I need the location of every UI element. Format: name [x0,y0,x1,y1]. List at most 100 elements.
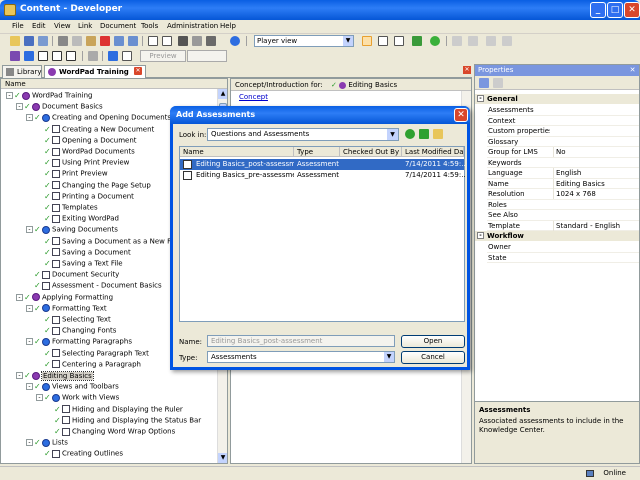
collapse-icon[interactable]: - [16,372,23,379]
collapse-icon[interactable]: - [26,439,33,447]
dialog-close-button[interactable]: ✕ [454,108,468,122]
tree-item-centering-a-paragraph[interactable]: ✓ Centering a Paragraph [36,359,141,370]
menu-help[interactable]: Help [220,22,236,30]
checkin-icon[interactable] [452,36,462,46]
menu-file[interactable]: File [12,22,24,30]
layout-3-icon[interactable] [394,36,404,46]
property-context[interactable]: Context [487,116,639,126]
expand-icon[interactable] [148,36,158,46]
menu-document[interactable]: Document [100,22,136,30]
property-value[interactable]: No [553,147,639,157]
property-assessments[interactable]: Assessments [487,105,639,116]
menu-view[interactable]: View [54,22,71,30]
file-row[interactable]: Editing Basics_pre-assessment Assessment 7… [180,170,465,181]
collapse-icon[interactable]: - [26,114,33,122]
back-icon[interactable] [405,129,415,139]
spell-icon[interactable] [206,36,216,46]
lookin-select[interactable]: Questions and Assessments ▼ [207,128,399,141]
undo-icon[interactable] [114,36,124,46]
collapse-icon[interactable]: - [26,304,33,312]
tab-wordpad-training[interactable]: WordPad Training [44,65,146,78]
menu-administration[interactable]: Administration [167,22,218,30]
redo-icon[interactable] [128,36,138,46]
close-button[interactable]: ✕ [624,2,640,18]
copy-icon[interactable] [72,36,82,46]
move-up-icon[interactable] [108,51,118,61]
open-icon[interactable] [10,36,20,46]
menu-tools[interactable]: Tools [141,22,158,30]
menu-edit[interactable]: Edit [32,22,46,30]
collapse-icon[interactable]: - [26,338,33,346]
help-icon[interactable] [230,36,240,46]
tree-item-changing-word-wrap-options[interactable]: ✓ Changing Word Wrap Options [46,426,175,437]
collapse-icon[interactable]: - [16,293,23,301]
scroll-down-icon[interactable]: ▼ [218,453,227,463]
save-icon[interactable] [24,36,34,46]
category-general[interactable]: - General [475,94,639,104]
cancel-button[interactable]: Cancel [401,351,465,364]
category-workflow[interactable]: - Workflow [475,231,639,241]
demote-icon[interactable] [122,51,132,61]
type-select[interactable]: Assessments ▼ [207,351,395,363]
menu-link[interactable]: Link [78,22,92,30]
property-value[interactable]: English [553,168,639,178]
property-language[interactable]: Language English [487,168,639,179]
property-roles[interactable]: Roles [487,200,639,210]
tree-item-exiting-wordpad[interactable]: ✓ Exiting WordPad [36,213,119,224]
alphabetical-icon[interactable] [493,78,503,88]
tree-item-saving-a-text-file[interactable]: ✓ Saving a Text File [36,258,123,269]
view-select[interactable]: Player view ▼ [254,35,354,47]
property-state[interactable]: State [487,253,639,263]
minimize-button[interactable]: _ [590,2,606,18]
tree-item-opening-a-document[interactable]: ✓ Opening a Document [36,135,137,146]
tree-item-using-print-preview[interactable]: ✓ Using Print Preview [36,157,129,168]
collapse-icon[interactable]: - [36,394,43,402]
save-all-icon[interactable] [38,36,48,46]
property-value[interactable]: Standard - English [553,220,639,231]
property-name[interactable]: Name Editing Basics [487,178,639,189]
tree-item-hiding-and-displaying-the-ruler[interactable]: ✓ Hiding and Displaying the Ruler [46,404,183,415]
property-glossary[interactable]: Glossary [487,137,639,147]
find-icon[interactable] [178,36,188,46]
collapse-icon[interactable]: - [16,103,23,111]
new-module-icon[interactable] [10,51,20,61]
collapse-icon[interactable]: - [26,383,33,391]
replace-icon[interactable] [192,36,202,46]
property-value[interactable]: Editing Basics [553,178,639,189]
tree-item-applying-formatting[interactable]: - ✓ Applying Formatting [16,292,113,303]
tree-item-work-with-views[interactable]: - ✓ Work with Views [36,392,119,403]
scroll-up-icon[interactable]: ▲ [218,89,227,99]
column-checked-out-by[interactable]: Checked Out By [340,147,402,157]
column-last-modified[interactable]: Last Modified Date [402,147,464,157]
refresh-icon[interactable] [430,36,440,46]
tree-item-changing-fonts[interactable]: ✓ Changing Fonts [36,325,116,336]
property-owner[interactable]: Owner [487,242,639,253]
new-question-icon[interactable] [52,51,62,61]
cut-icon[interactable] [58,36,68,46]
grid-icon[interactable] [412,36,422,46]
tree-item-saving-a-document-as-a-new-file[interactable]: ✓ Saving a Document as a New File [36,236,179,247]
link-icon[interactable] [88,51,98,61]
property-group-for-lms[interactable]: Group for LMS No [487,147,639,158]
tree-item-saving-documents[interactable]: - ✓ Saving Documents [26,224,118,235]
concept-link[interactable]: Concept [239,93,268,101]
property-template[interactable]: Template Standard - English [487,220,639,231]
tree-item-print-preview[interactable]: ✓ Print Preview [36,168,108,179]
close-pane-icon[interactable]: ✕ [463,66,471,74]
collapse-icon[interactable]: - [477,95,484,102]
tree-item-changing-the-page-setup[interactable]: ✓ Changing the Page Setup [36,180,151,191]
tree-item-assessment-document-basics[interactable]: ✓ Assessment - Document Basics [26,280,162,291]
tree-item-hiding-and-displaying-the-status-bar[interactable]: ✓ Hiding and Displaying the Status Bar [46,415,201,426]
tree-item-document-basics[interactable]: - ✓ Document Basics [16,101,103,112]
new-section-icon[interactable] [24,51,34,61]
collapse-icon[interactable]: - [26,226,33,234]
tree-item-templates[interactable]: ✓ Templates [36,202,98,213]
tab-library[interactable]: Library [2,65,42,78]
property-keywords[interactable]: Keywords [487,158,639,168]
preview-dropdown[interactable] [187,50,227,62]
column-name[interactable]: Name [180,147,294,157]
layout-1-icon[interactable] [362,36,372,46]
tree-item-printing-a-document[interactable]: ✓ Printing a Document [36,191,134,202]
column-type[interactable]: Type [294,147,340,157]
outline-column-header[interactable]: Name [1,79,227,89]
